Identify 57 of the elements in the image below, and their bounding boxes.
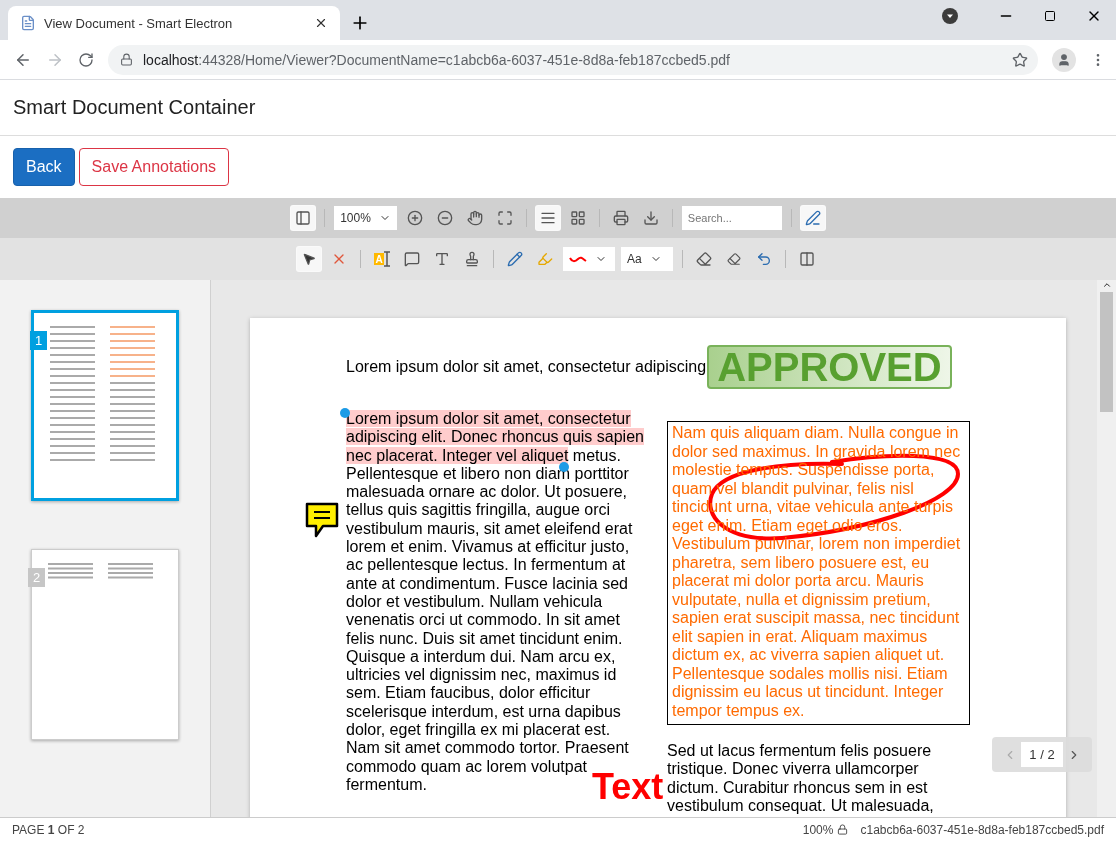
page-number: 2 [28,568,45,587]
dropdown[interactable] [563,247,615,271]
zoom-level: 100% [802,822,834,837]
toolbar-button[interactable] [535,206,560,230]
toolbar-button[interactable] [297,247,321,271]
scroll-thumb[interactable] [1100,292,1113,412]
page-field[interactable]: 1 / 2 [1021,742,1063,767]
search-field[interactable]: Search... [681,206,782,230]
pen-icon [507,251,523,267]
avatar[interactable] [1052,47,1076,72]
grid-icon [569,210,586,226]
dropdown[interactable]: Aa [621,247,673,271]
app-title: Smart Document Container [13,96,256,119]
page-number: 1 [30,331,47,350]
eraser-icon [696,251,712,267]
highlighter-icon [537,251,553,267]
fit-screen-icon [496,210,513,226]
page-thumbnail[interactable]: 1 [31,310,179,501]
stamp-icon [464,251,480,267]
lock-icon [837,824,849,835]
lock-icon [120,53,133,66]
star-icon [1012,51,1028,68]
lines-icon [539,210,556,226]
printer-icon [612,210,629,226]
maximize-icon[interactable] [1044,10,1056,22]
download-icon [642,210,659,226]
scroll-up-icon [1101,280,1112,290]
close-icon [314,16,328,30]
page-heading: Lorem ipsum dolor sit amet, consectetur adipiscing [346,358,707,376]
address-bar[interactable]: localhost:44328/Home/Viewer?DocumentName=c1abcb6a-6037-451e-8d8a-feb187ccbed5.pdf [108,44,1038,75]
text-cursor-icon [384,251,390,267]
dropdown[interactable]: 100% [334,206,397,230]
page-indicator: PAGE 1 OF 2 [12,822,85,837]
pen-icon [804,210,821,226]
zoom-in-icon [406,210,423,226]
pointer-icon [302,252,316,266]
hand-icon [466,210,483,226]
zoom-out-icon [436,210,453,226]
sidebar-icon [295,210,312,226]
squiggle-icon [569,255,587,263]
paragraph: Sed ut lacus fermentum felis posuere tristique. Donec viverra ullamcorper dictum. Curabitur rhoncus sem in est vestibulum consequat. Ut malesuada, [667,742,935,816]
document-icon [20,15,36,31]
browser-tab[interactable]: View Document - Smart Electron [8,6,340,40]
eraser-icon [727,252,741,266]
undo-icon [756,251,772,267]
panel-icon [799,251,815,267]
reload-icon[interactable] [78,51,94,68]
save-button[interactable]: Save Annotations [78,148,230,186]
file-name: c1abcb6a-6037-451e-8d8a-feb187ccbed5.pdf [860,822,1104,837]
back-button[interactable]: Back [13,148,75,186]
approved-stamp[interactable]: APPROVED [707,345,952,389]
dropdown-icon[interactable] [942,8,958,24]
text-icon [434,251,450,267]
person-icon [1057,52,1071,67]
comment-icon [404,251,420,267]
text-annotation[interactable]: Text [592,766,664,808]
comment-icon[interactable] [304,501,340,539]
